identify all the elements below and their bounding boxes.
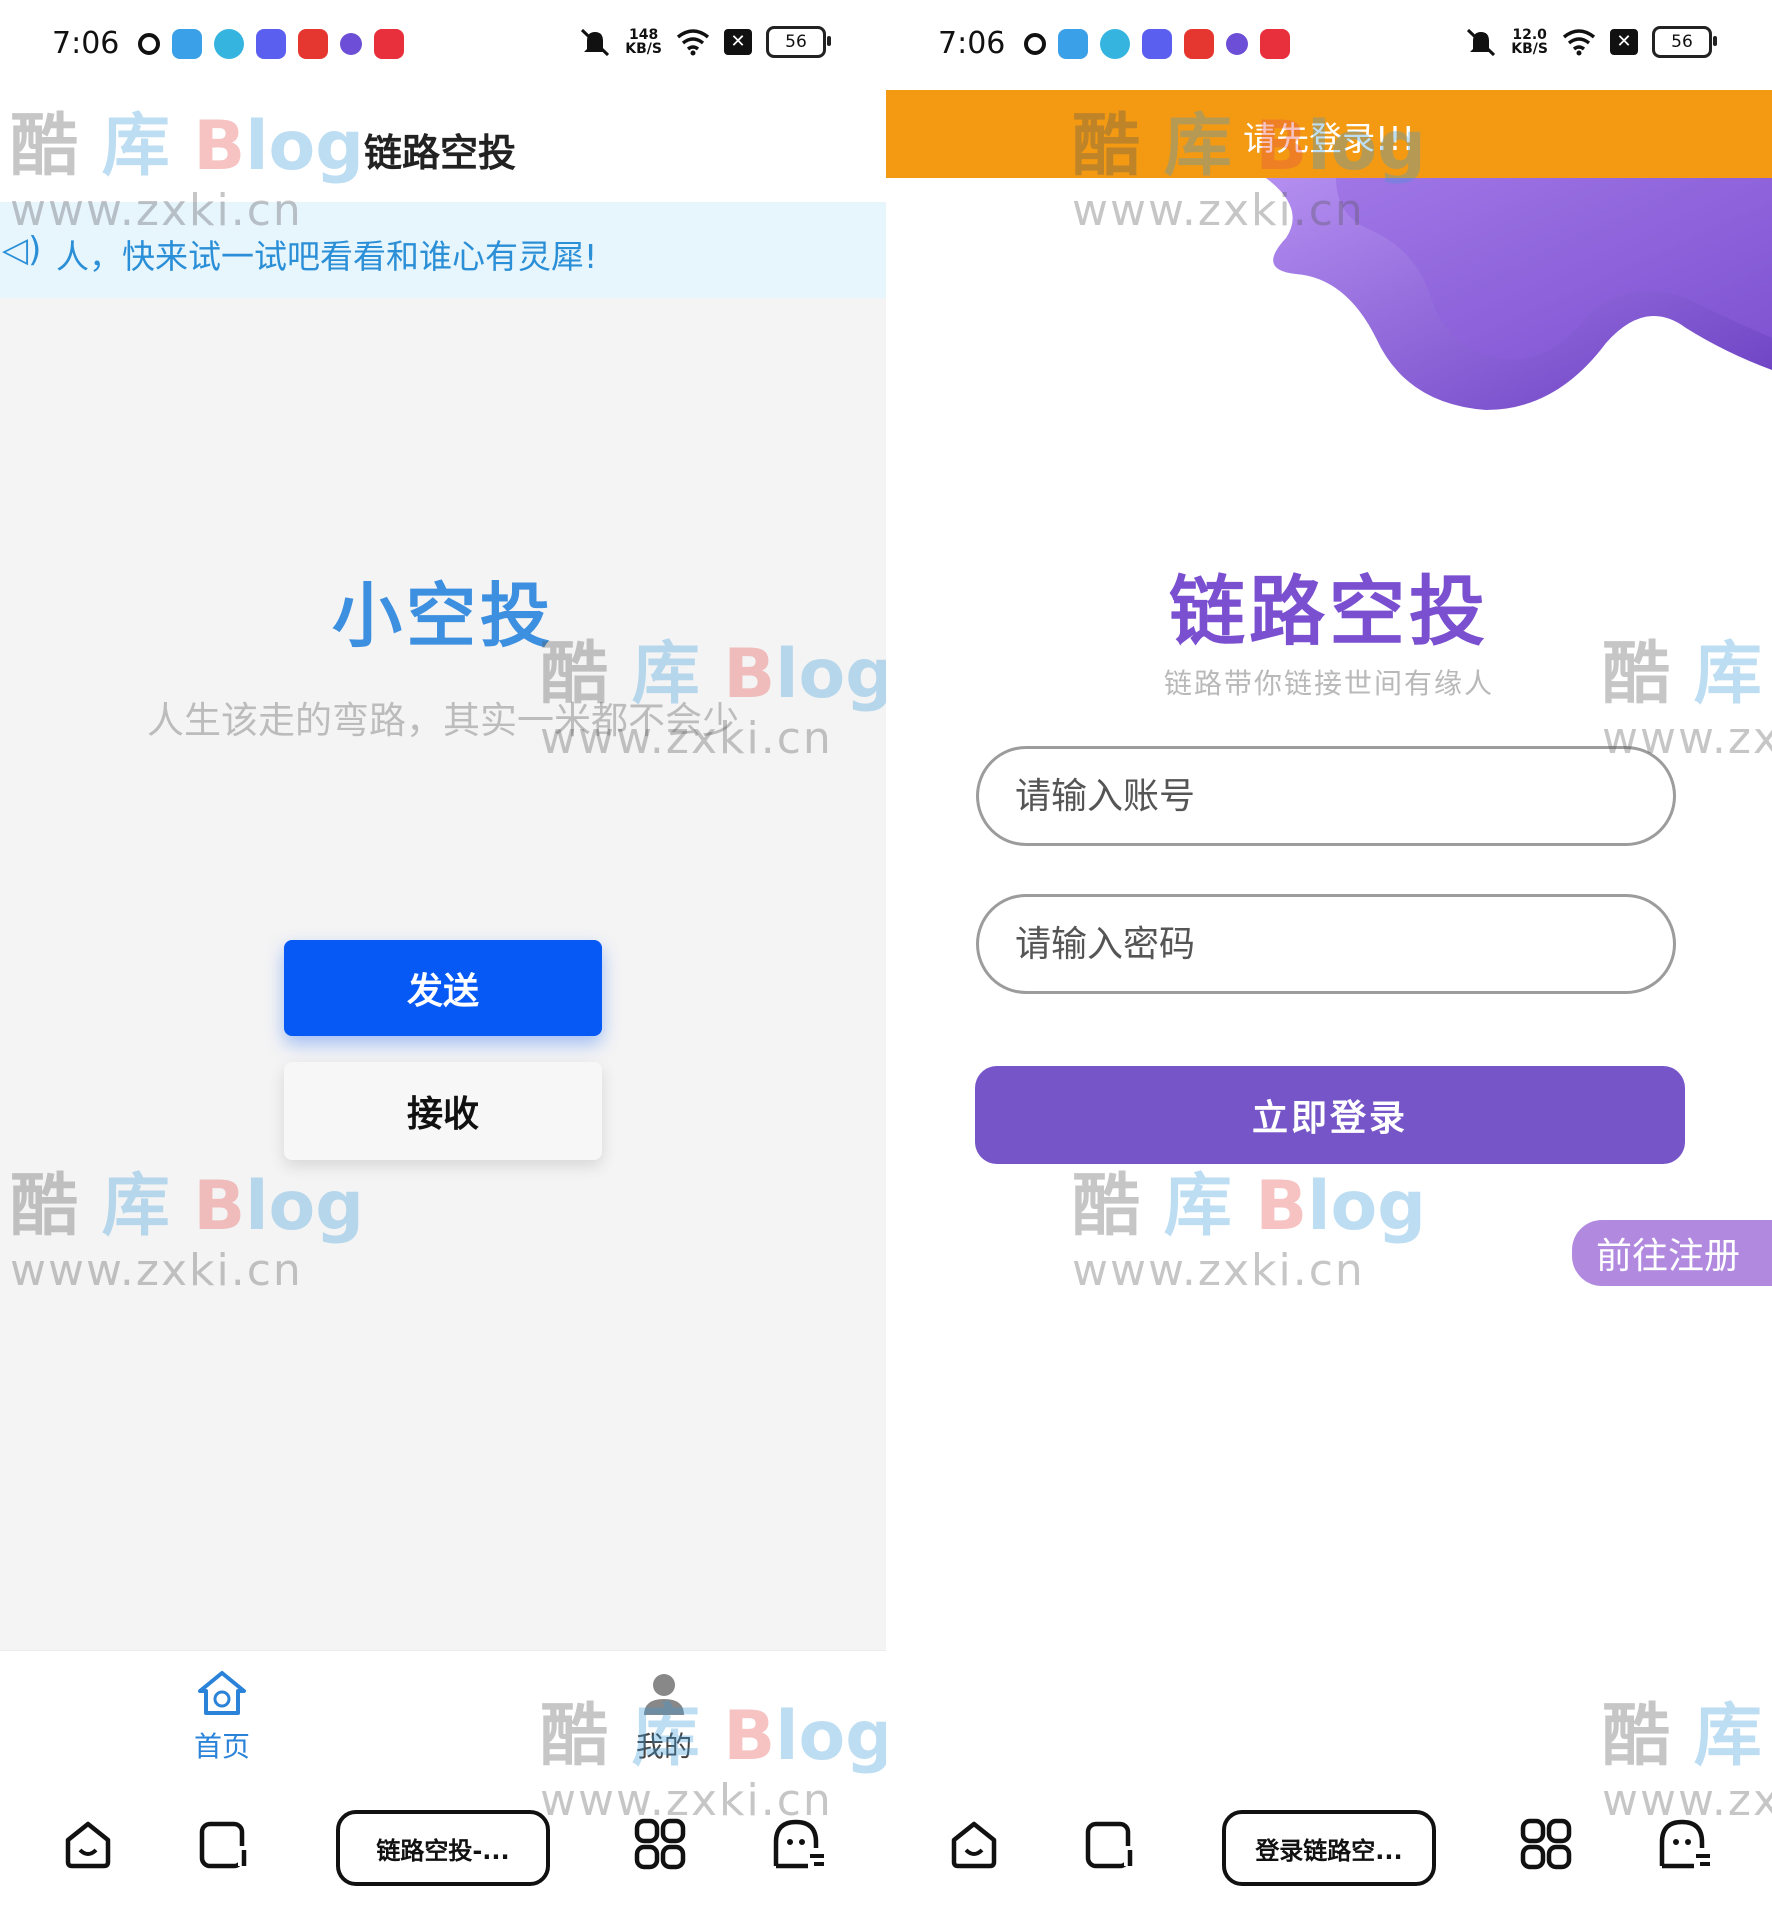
slogan: 人生该走的弯路，其实一米都不会少 — [147, 699, 739, 742]
notification-icons — [138, 28, 404, 60]
app-name: 小空投 — [332, 575, 554, 657]
right-screen: 7:06 12.0 KB/S ✕ 56 请先登录!!! 链路空投 链路带你链接世… — [886, 0, 1772, 1920]
register-button[interactable]: 前往注册 — [1572, 1220, 1772, 1286]
apps-grid-icon[interactable] — [1520, 1818, 1572, 1870]
recents-nav-icon[interactable] — [198, 1818, 250, 1870]
mute-icon — [581, 28, 610, 57]
app-notification-icon — [138, 33, 160, 55]
status-time: 7:06 — [52, 26, 120, 61]
login-subtitle: 链路带你链接世间有缘人 — [1163, 667, 1494, 700]
watermark: 酷 库 Blog www.zxki.cn — [10, 1167, 364, 1296]
receive-button[interactable]: 接收 — [284, 1062, 602, 1160]
system-nav-bar: 登录链路空... — [886, 1780, 1772, 1920]
toast-text: 请先登录!!! — [1243, 119, 1415, 158]
speaker-icon: ◁) — [2, 230, 42, 270]
app-notification-icon — [298, 29, 328, 59]
assistant-nav-icon[interactable] — [1658, 1818, 1712, 1870]
login-required-toast: 请先登录!!! — [886, 90, 1772, 178]
watermark: 酷 库 Blog www.zxki.cn — [1072, 1167, 1426, 1296]
password-input[interactable] — [976, 894, 1676, 994]
tab-bar: 首页 我的 — [0, 1650, 886, 1781]
app-notification-icon — [1184, 29, 1214, 59]
current-app-pill[interactable]: 登录链路空... — [1222, 1810, 1436, 1886]
app-notification-icon — [172, 29, 202, 59]
app-notification-icon — [214, 29, 244, 59]
account-input[interactable] — [976, 746, 1676, 846]
network-speed: 148 KB/S — [625, 27, 662, 57]
app-notification-icon — [1058, 29, 1088, 59]
app-notification-icon — [1142, 29, 1172, 59]
login-title: 链路空投 — [1169, 567, 1489, 656]
network-speed: 12.0 KB/S — [1511, 27, 1548, 57]
tab-mine[interactable]: 我的 — [604, 1669, 724, 1765]
tab-mine-label: 我的 — [635, 1730, 692, 1763]
send-button[interactable]: 发送 — [284, 940, 602, 1036]
status-time: 7:06 — [938, 26, 1006, 61]
left-screen: 7:06 148 KB/S ✕ 56 链路空投 ◁) 人，快来试一试吧看看和谁心有… — [0, 0, 886, 1920]
notice-text: 人，快来试一试吧看看和谁心有灵犀! — [56, 237, 598, 276]
sim-off-icon: ✕ — [724, 29, 752, 55]
app-notification-icon — [1100, 29, 1130, 59]
tab-home-label: 首页 — [193, 1730, 250, 1763]
home-icon — [198, 1671, 246, 1715]
battery-icon: 56 — [766, 26, 831, 58]
recents-nav-icon[interactable] — [1084, 1818, 1136, 1870]
wifi-icon — [676, 29, 710, 56]
app-notification-icon — [374, 29, 404, 59]
app-header: 链路空投 — [0, 92, 886, 202]
wifi-icon — [1562, 29, 1596, 56]
user-icon — [644, 1674, 684, 1715]
status-bar: 7:06 148 KB/S ✕ 56 — [0, 0, 886, 92]
page-title: 链路空投 — [364, 131, 517, 175]
login-button[interactable]: 立即登录 — [975, 1066, 1685, 1164]
app-notification-icon — [1260, 29, 1290, 59]
system-indicators: 148 KB/S ✕ 56 — [579, 26, 831, 58]
app-notification-icon — [256, 29, 286, 59]
system-nav-bar: 链路空投-... — [0, 1780, 886, 1920]
tab-home[interactable]: 首页 — [162, 1669, 282, 1765]
apps-grid-icon[interactable] — [634, 1818, 686, 1870]
status-bar: 7:06 12.0 KB/S ✕ 56 — [886, 0, 1772, 92]
home-nav-icon[interactable] — [948, 1818, 1000, 1870]
battery-icon: 56 — [1652, 26, 1717, 58]
notice-bar: ◁) 人，快来试一试吧看看和谁心有灵犀! — [0, 202, 886, 298]
home-nav-icon[interactable] — [62, 1818, 114, 1870]
app-notification-icon — [1024, 33, 1046, 55]
notification-icons — [1024, 28, 1290, 60]
assistant-nav-icon[interactable] — [772, 1818, 826, 1870]
current-app-pill[interactable]: 链路空投-... — [336, 1810, 550, 1886]
app-notification-icon — [340, 33, 362, 55]
app-notification-icon — [1226, 33, 1248, 55]
purple-wave-decoration — [1266, 178, 1772, 410]
mute-icon — [1467, 28, 1496, 57]
sim-off-icon: ✕ — [1610, 29, 1638, 55]
system-indicators: 12.0 KB/S ✕ 56 — [1465, 26, 1717, 58]
